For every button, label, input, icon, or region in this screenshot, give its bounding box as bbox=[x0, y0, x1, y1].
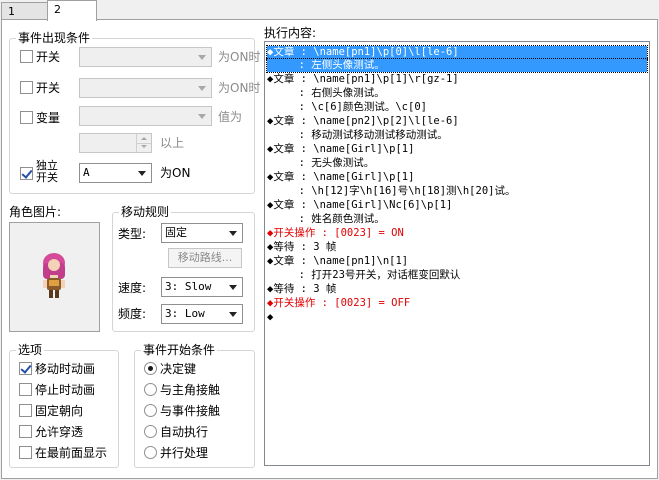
command-line[interactable]: : 姓名颜色测试。 bbox=[267, 213, 647, 226]
trigger-event-touch-label: 与事件接触 bbox=[160, 404, 221, 418]
self-switch-select[interactable]: A bbox=[79, 163, 152, 183]
chevron-down-icon bbox=[198, 86, 206, 91]
command-line[interactable]: ◆文章 : \name[pn2]\p[2]\l[le-6] bbox=[267, 115, 647, 128]
command-line[interactable]: ◆文章 : \name[Girl]\Nc[6]\p[1] bbox=[267, 199, 647, 212]
command-line[interactable]: ◆等待 : 3 帧 bbox=[267, 283, 647, 296]
tab-page-1-label: 1 bbox=[8, 5, 15, 18]
switch1-checkbox[interactable] bbox=[20, 50, 33, 63]
chevron-down-icon bbox=[198, 114, 206, 119]
tab-page-2[interactable]: 2 bbox=[47, 0, 97, 21]
variable-value-spinner[interactable] bbox=[79, 133, 152, 153]
spin-down-icon[interactable] bbox=[136, 143, 151, 152]
switch2-select[interactable] bbox=[79, 78, 212, 98]
variable-suffix: 值为 bbox=[218, 110, 243, 124]
trigger-event-touch-radio[interactable] bbox=[144, 404, 157, 417]
move-route-button[interactable]: 移动路线... bbox=[168, 248, 242, 268]
chevron-down-icon bbox=[138, 171, 146, 176]
movement-type-select[interactable]: 固定 bbox=[161, 223, 243, 243]
movement-freq-label: 频度: bbox=[118, 307, 147, 321]
command-line[interactable]: : 右侧头像测试。 bbox=[267, 87, 647, 100]
chevron-down-icon bbox=[229, 312, 237, 317]
switch1-label: 开关 bbox=[36, 50, 61, 64]
conditions-title: 事件出现条件 bbox=[16, 31, 93, 45]
trigger-parallel-radio[interactable] bbox=[144, 446, 157, 459]
options-title: 选项 bbox=[16, 343, 45, 357]
trigger-player-touch-radio[interactable] bbox=[144, 383, 157, 396]
switch1-select[interactable] bbox=[79, 47, 212, 67]
option-always-on-top-label: 在最前面显示 bbox=[35, 446, 108, 460]
command-line[interactable]: ◆文章 : \name[pn1]\p[1]\r[gz-1] bbox=[267, 73, 647, 86]
command-line[interactable]: ◆开关操作 : [0023] = OFF bbox=[267, 297, 647, 310]
movement-freq-value: 3: Low bbox=[165, 307, 205, 320]
variable-above-label: 以上 bbox=[160, 136, 185, 150]
switch2-label: 开关 bbox=[36, 81, 61, 95]
command-line[interactable]: ◆ bbox=[267, 311, 647, 324]
option-step-anim-label: 停止时动画 bbox=[35, 383, 96, 397]
command-line[interactable]: ◆文章 : \name[Girl]\p[1] bbox=[267, 143, 647, 156]
tab-page-1[interactable]: 1 bbox=[1, 2, 48, 19]
movement-freq-select[interactable]: 3: Low bbox=[161, 304, 243, 324]
command-line[interactable]: : 左侧头像测试。 bbox=[266, 58, 648, 73]
chevron-down-icon bbox=[229, 285, 237, 290]
tab-page-2-label: 2 bbox=[54, 3, 61, 16]
self-switch-value: A bbox=[83, 166, 90, 179]
graphic-title: 角色图片: bbox=[9, 205, 62, 219]
command-line[interactable]: ◆等待 : 3 帧 bbox=[267, 241, 647, 254]
graphic-preview[interactable] bbox=[9, 222, 100, 332]
command-line[interactable]: ◆文章 : \name[pn1]\p[0]\l[le-6] bbox=[266, 45, 648, 60]
trigger-parallel-label: 并行处理 bbox=[160, 446, 209, 460]
trigger-player-touch-label: 与主角接触 bbox=[160, 383, 221, 397]
movement-speed-select[interactable]: 3: Slow bbox=[161, 277, 243, 297]
trigger-action-button-label: 决定键 bbox=[160, 362, 197, 376]
command-line[interactable]: : 移动测试移动测试移动测试。 bbox=[267, 129, 647, 142]
movement-type-label: 类型: bbox=[118, 227, 147, 241]
option-always-on-top-checkbox[interactable] bbox=[19, 446, 32, 459]
option-step-anim-checkbox[interactable] bbox=[19, 383, 32, 396]
command-line[interactable]: : 打开23号开关，对话框变回默认 bbox=[267, 269, 647, 282]
option-direction-fix-label: 固定朝向 bbox=[35, 404, 84, 418]
switch2-suffix: 为ON时 bbox=[218, 81, 261, 95]
chevron-down-icon bbox=[229, 231, 237, 236]
event-command-list[interactable]: ◆文章 : \name[pn1]\p[0]\l[le-6] : 左侧头像测试。 … bbox=[264, 41, 650, 466]
self-switch-suffix: 为ON bbox=[160, 166, 191, 180]
chevron-down-icon bbox=[198, 55, 206, 60]
trigger-autorun-label: 自动执行 bbox=[160, 425, 209, 439]
command-line[interactable]: : 无头像测试。 bbox=[267, 157, 647, 170]
command-line[interactable]: : \c[6]颜色测试。\c[0] bbox=[267, 101, 647, 114]
variable-label: 变量 bbox=[36, 111, 61, 125]
option-through-label: 允许穿透 bbox=[35, 425, 84, 439]
command-line[interactable]: ◆文章 : \name[pn1]\n[1] bbox=[267, 255, 647, 268]
trigger-action-button-radio[interactable] bbox=[144, 362, 157, 375]
character-sprite-icon bbox=[43, 253, 65, 298]
trigger-autorun-radio[interactable] bbox=[144, 425, 157, 438]
movement-type-value: 固定 bbox=[165, 226, 187, 239]
variable-checkbox[interactable] bbox=[20, 111, 33, 124]
self-switch-checkbox[interactable] bbox=[20, 167, 33, 180]
command-line[interactable]: : \h[12]字\h[16]号\h[18]测\h[20]试。 bbox=[267, 185, 647, 198]
trigger-title: 事件开始条件 bbox=[141, 343, 218, 357]
movement-speed-value: 3: Slow bbox=[165, 280, 212, 293]
command-line[interactable]: ◆开关操作 : [0023] = ON bbox=[267, 227, 647, 240]
option-through-checkbox[interactable] bbox=[19, 425, 32, 438]
variable-select[interactable] bbox=[79, 106, 212, 126]
contents-title: 执行内容: bbox=[264, 26, 317, 40]
switch2-checkbox[interactable] bbox=[20, 81, 33, 94]
command-line[interactable]: ◆文章 : \name[Girl]\p[1] bbox=[267, 171, 647, 184]
option-direction-fix-checkbox[interactable] bbox=[19, 404, 32, 417]
option-walk-anim-checkbox[interactable] bbox=[19, 362, 32, 375]
option-walk-anim-label: 移动时动画 bbox=[35, 362, 96, 376]
movement-speed-label: 速度: bbox=[118, 281, 147, 295]
self-switch-label-line2: 开关 bbox=[36, 171, 58, 184]
movement-title: 移动规则 bbox=[119, 205, 172, 219]
switch1-suffix: 为ON时 bbox=[218, 50, 261, 64]
